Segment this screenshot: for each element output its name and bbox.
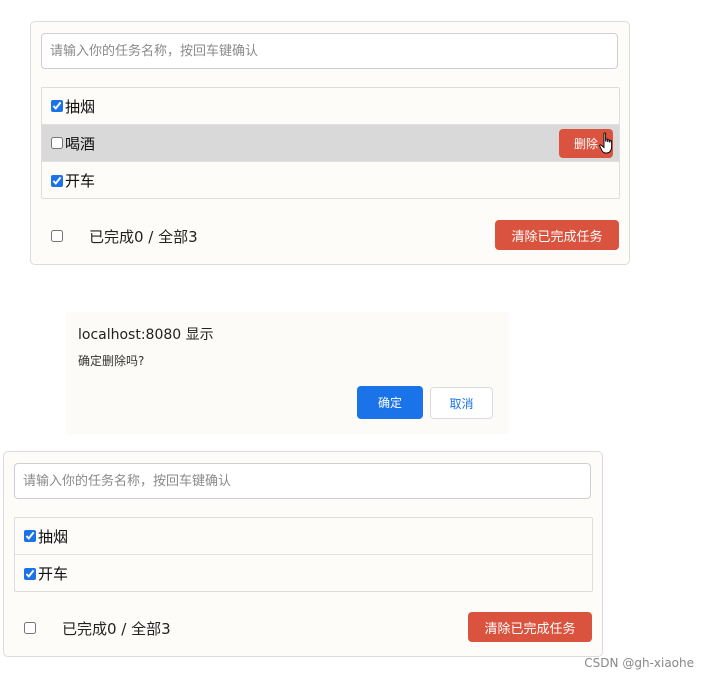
clear-completed-button[interactable]: 清除已完成任务 xyxy=(495,220,619,250)
item-checkbox[interactable] xyxy=(51,100,63,112)
dialog-message: 确定删除吗? xyxy=(78,354,145,368)
confirm-cancel-button[interactable]: 取消 xyxy=(430,387,493,419)
watermark: CSDN @gh-xiaohe xyxy=(584,656,694,670)
select-all-checkbox[interactable] xyxy=(51,230,63,242)
item-label: 喝酒 xyxy=(65,134,96,153)
dialog-title: localhost:8080 显示 xyxy=(78,327,214,343)
item-label: 开车 xyxy=(38,565,69,583)
task-summary: 已完成0 / 全部3 xyxy=(89,227,198,246)
list-item[interactable]: 开车 xyxy=(42,162,619,199)
todo-footer: 已完成0 / 全部3 xyxy=(41,224,198,248)
item-label: 开车 xyxy=(65,172,96,190)
item-checkbox[interactable] xyxy=(24,530,36,542)
todo-footer: 已完成0 / 全部3 xyxy=(14,616,171,640)
confirm-ok-button[interactable]: 确定 xyxy=(357,386,423,419)
confirm-dialog: localhost:8080 显示 确定删除吗? 确定 取消 xyxy=(66,312,509,434)
item-label: 抽烟 xyxy=(38,527,69,546)
select-all-checkbox[interactable] xyxy=(24,622,36,634)
item-label: 抽烟 xyxy=(65,97,96,116)
clear-completed-button[interactable]: 清除已完成任务 xyxy=(468,612,592,642)
task-summary: 已完成0 / 全部3 xyxy=(62,619,171,638)
task-list: 抽烟 开车 xyxy=(14,517,593,592)
todo-panel-before: 抽烟 喝酒 删除 开车 已完成0 / 全部3 清除已完成任务 xyxy=(30,21,630,265)
list-item[interactable]: 开车 xyxy=(15,555,592,592)
todo-panel-after: 抽烟 开车 已完成0 / 全部3 清除已完成任务 xyxy=(3,451,603,657)
task-name-input[interactable] xyxy=(14,463,591,499)
item-checkbox[interactable] xyxy=(51,174,63,187)
task-name-input[interactable] xyxy=(41,33,618,69)
list-item[interactable]: 喝酒 删除 xyxy=(42,125,619,162)
hand-cursor-icon xyxy=(599,132,613,154)
task-list: 抽烟 喝酒 删除 开车 xyxy=(41,87,620,199)
list-item[interactable]: 抽烟 xyxy=(15,518,592,555)
list-item[interactable]: 抽烟 xyxy=(42,88,619,125)
item-checkbox[interactable] xyxy=(24,567,36,580)
item-checkbox[interactable] xyxy=(51,137,63,149)
